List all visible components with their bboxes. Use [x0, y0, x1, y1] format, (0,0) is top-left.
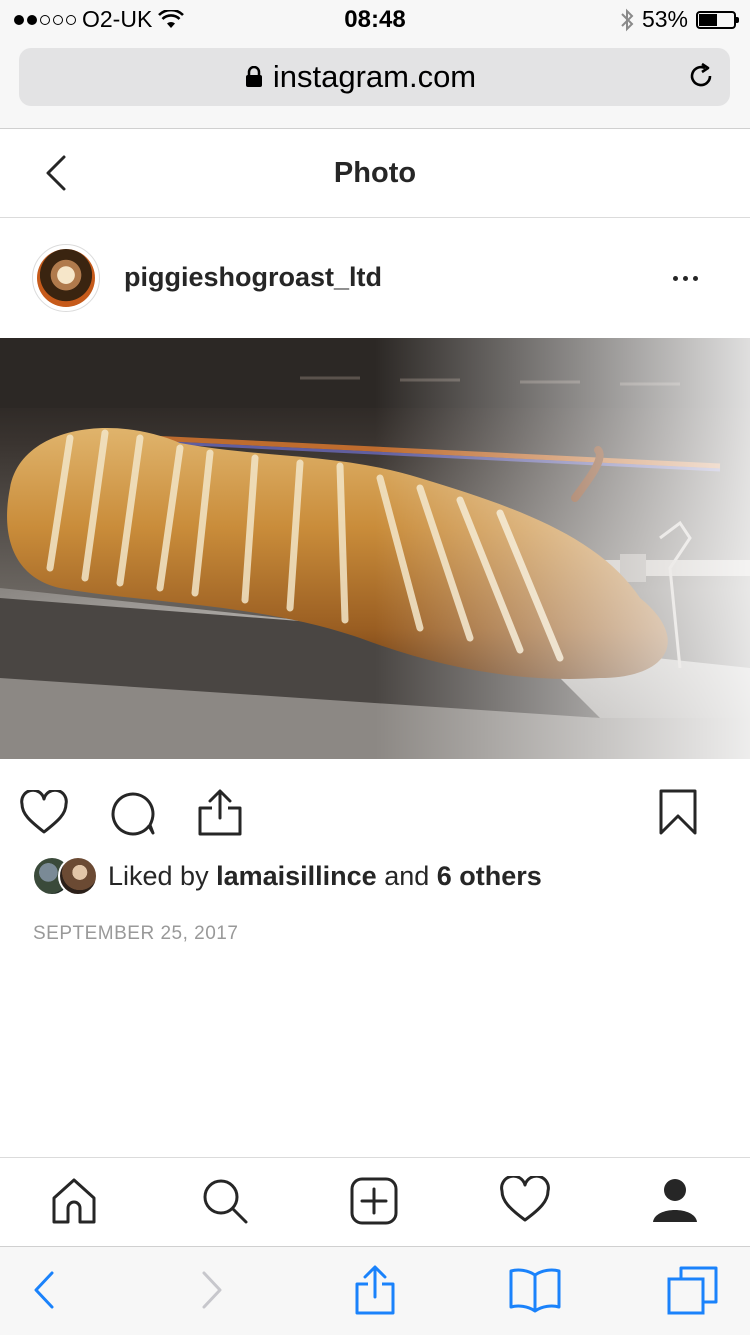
post-photo[interactable] [0, 338, 750, 759]
liker-username[interactable]: lamaisillince [216, 861, 377, 891]
page-title: Photo [333, 157, 417, 189]
bookmarks-icon[interactable] [508, 1265, 562, 1313]
forward-arrow-icon[interactable] [196, 1265, 226, 1315]
battery-icon [696, 10, 739, 29]
home-icon[interactable] [50, 1176, 98, 1226]
likes-and: and [384, 860, 430, 891]
roast-pig-photo [0, 338, 750, 759]
status-bar: O2-UK 08:48 53% [0, 0, 750, 40]
page-header: Photo [0, 129, 750, 218]
bookmark-icon[interactable] [658, 788, 698, 836]
tabs-icon[interactable] [666, 1265, 720, 1315]
url-text: instagram.com [272, 59, 477, 94]
new-post-icon[interactable] [349, 1176, 399, 1226]
likes-prefix: Liked by [108, 860, 209, 891]
status-right: 53% [620, 6, 739, 33]
search-icon[interactable] [200, 1176, 250, 1226]
likes-row[interactable]: Liked by lamaisillince and 6 others [32, 856, 542, 896]
browser-address-area: instagram.com [0, 40, 750, 129]
reload-icon[interactable] [686, 61, 716, 91]
post-actions [0, 760, 750, 860]
safari-toolbar [0, 1246, 750, 1335]
comment-bubble-icon[interactable] [108, 790, 156, 836]
post-username[interactable]: piggieshogroast_ltd [124, 262, 382, 293]
activity-heart-icon[interactable] [500, 1176, 550, 1224]
bluetooth-icon [621, 8, 634, 31]
liker-avatar [58, 856, 98, 896]
post-header: piggieshogroast_ltd [0, 218, 750, 338]
address-bar[interactable]: instagram.com [19, 48, 730, 106]
back-arrow-icon[interactable] [30, 1265, 60, 1315]
more-options-icon[interactable] [673, 276, 698, 281]
likes-others[interactable]: 6 others [437, 861, 542, 891]
profile-icon[interactable] [651, 1176, 699, 1226]
heart-icon[interactable] [20, 790, 68, 836]
share-icon[interactable] [353, 1265, 397, 1317]
avatar[interactable] [32, 244, 100, 312]
likes-text: Liked by lamaisillince and 6 others [108, 861, 542, 892]
post-date: SEPTEMBER 25, 2017 [33, 923, 239, 944]
share-icon[interactable] [196, 788, 244, 838]
battery-percentage: 53% [641, 6, 688, 32]
instagram-nav-bar [0, 1157, 750, 1246]
